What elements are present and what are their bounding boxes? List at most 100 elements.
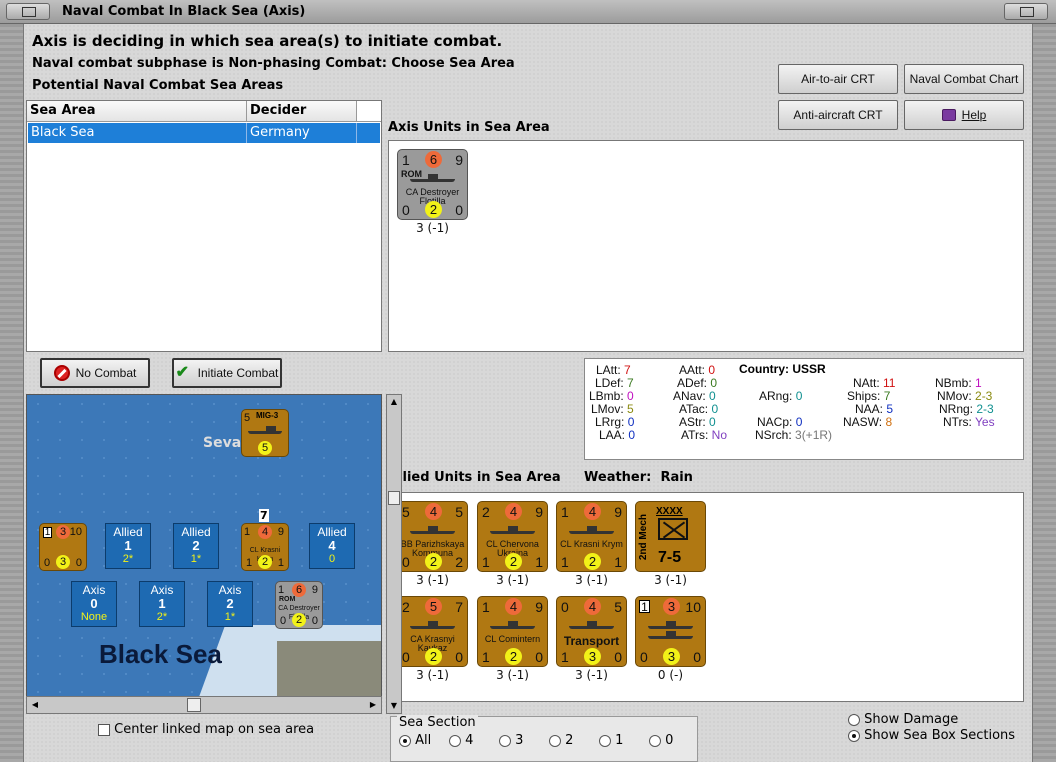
air-to-air-crt-button[interactable]: Air-to-air CRT — [778, 64, 898, 94]
counter-top-left: 0 — [561, 599, 569, 615]
show-sea-box-option[interactable]: Show Sea Box Sections — [848, 728, 1015, 743]
radio-0[interactable] — [649, 734, 661, 747]
counter-attack: 6 — [425, 151, 442, 168]
ship-icon — [490, 621, 535, 629]
axis-sea-box-0[interactable]: Axis 0 None — [71, 581, 117, 627]
window-icon — [22, 7, 36, 17]
allied-units-title: Allied Units in Sea Area — [388, 470, 561, 485]
radio-all[interactable] — [399, 734, 411, 747]
sea-area-list[interactable]: Sea Area Decider Black Sea Germany — [26, 100, 382, 352]
allied-sea-box-4[interactable]: Allied 4 0 — [309, 523, 355, 569]
counter-attack: 4 — [584, 503, 601, 520]
allied-unit-counter[interactable]: 1 3 10 030 — [635, 596, 706, 667]
stack-marker: 7 — [259, 509, 269, 522]
scroll-right-icon[interactable]: ▶ — [367, 699, 379, 711]
stat-laa: LAA: 0 — [599, 428, 636, 442]
allied-sea-box-1[interactable]: Allied 1 2* — [105, 523, 151, 569]
counter-top-right: 9 — [535, 504, 543, 520]
country-stats-panel: LAtt: 7 LDef: 7 LBmb: 0 LMov: 5 LRrg: 0 … — [584, 358, 1024, 460]
mechanized-icon — [658, 518, 688, 540]
sea-section-option-all[interactable]: All — [399, 733, 431, 748]
counter-bottom-left: 0 — [402, 649, 410, 665]
sea-section-option-1[interactable]: 1 — [599, 733, 623, 748]
sea-area-row[interactable]: Black Sea Germany — [28, 123, 380, 143]
counter-attack: 4 — [584, 598, 601, 615]
counter-top-right: 9 — [614, 504, 622, 520]
counter-defense: 2 — [258, 555, 272, 569]
counter-defense: 2 — [425, 648, 442, 665]
allied-unit-counter[interactable]: 149 CL Comintern 120 — [477, 596, 548, 667]
allied-sea-box-2[interactable]: Allied 2 1* — [173, 523, 219, 569]
axis-unit-counter[interactable]: 1 6 9 ROM CA Destroyer Flotilla 0 2 0 — [397, 149, 468, 220]
counter-bottom-left: 1 — [561, 554, 569, 570]
weather-indicator: Weather: Rain — [584, 470, 693, 485]
stat-nrng: NRng: 2-3 — [939, 402, 994, 416]
counter-top-left: 2 — [402, 599, 410, 615]
allied-unit-counter[interactable]: 257 CA Krasnyi Kavkaz 020 — [397, 596, 468, 667]
stat-astr: AStr: 0 — [679, 415, 716, 429]
radio-1[interactable] — [599, 734, 611, 747]
help-button[interactable]: Help — [904, 100, 1024, 130]
map-axis-sea-unit[interactable]: 1 6 9 ROM CA Destroyer Flotilla 0 2 0 — [275, 581, 323, 629]
counter-top-right: 10 — [685, 599, 701, 615]
stat-nacp: NACp: 0 — [757, 415, 803, 429]
counter-bottom-right: 1 — [614, 554, 622, 570]
allied-unit-counter[interactable]: 149 CL Krasni Krym 121 — [556, 501, 627, 572]
counter-bottom-left: 0 — [640, 649, 648, 665]
map-sea-unit[interactable]: 1 4 9 CL Krasni Krym 1 2 1 — [241, 523, 289, 571]
sea-section-option-0[interactable]: 0 — [649, 733, 673, 748]
sea-section-option-3[interactable]: 3 — [499, 733, 523, 748]
center-map-option[interactable]: Center linked map on sea area — [98, 722, 314, 737]
allied-unit-label: 3 (-1) — [496, 573, 529, 587]
counter-top-left: 1 — [244, 526, 251, 538]
radio-4[interactable] — [449, 734, 461, 747]
sea-area-list-header: Sea Area Decider — [27, 101, 381, 122]
stat-adef: ADef: 0 — [677, 376, 718, 390]
allied-army-counter[interactable]: XXXX 2nd Mech 7-5 — [635, 501, 706, 572]
map-sea-unit[interactable]: 1 3 10 0 3 0 — [39, 523, 87, 571]
naval-combat-chart-button[interactable]: Naval Combat Chart — [904, 64, 1024, 94]
sea-section-option-4[interactable]: 4 — [449, 733, 473, 748]
sea-name-label: Black Sea — [99, 639, 222, 669]
maximize-button[interactable] — [1004, 3, 1048, 20]
system-menu-button[interactable] — [6, 3, 50, 20]
counter-defense: 3 — [584, 648, 601, 665]
counter-bottom-left: 1 — [561, 649, 569, 665]
allied-unit-counter[interactable]: 045 Transport 130 — [556, 596, 627, 667]
sea-area-column-header[interactable]: Sea Area — [27, 101, 247, 121]
linked-map[interactable]: 5 MIG-3 5 Seva 7 1 3 10 0 3 0 Allied 1 2* … — [26, 394, 382, 714]
show-damage-radio[interactable] — [848, 713, 860, 726]
vertical-scroll-thumb[interactable] — [388, 491, 400, 505]
show-damage-option[interactable]: Show Damage — [848, 712, 958, 727]
initiate-combat-button[interactable]: ✔ Initiate Combat — [172, 358, 282, 388]
allied-unit-label: 3 (-1) — [496, 668, 529, 682]
horizontal-scroll-thumb[interactable] — [187, 698, 201, 712]
allied-unit-counter[interactable]: 545 BB Parizhskaya Kommuna 022 — [397, 501, 468, 572]
counter-bottom-left: 1 — [246, 557, 253, 569]
show-sea-box-radio[interactable] — [848, 729, 860, 742]
scroll-left-icon[interactable]: ◀ — [29, 699, 41, 711]
scroll-up-icon[interactable]: ▲ — [389, 397, 399, 407]
sea-section-label: Sea Section — [397, 715, 478, 730]
map-air-unit[interactable]: 5 MIG-3 5 — [241, 409, 289, 457]
map-vertical-scrollbar[interactable]: ▲ ▼ — [386, 394, 402, 714]
counter-top-right: 9 — [277, 526, 284, 538]
decider-column-header[interactable]: Decider — [247, 101, 357, 121]
counter-top-right: 10 — [69, 526, 82, 538]
stat-ships: Ships: 7 — [847, 389, 891, 403]
counter-attack: 4 — [258, 525, 272, 539]
counter-defense: 2 — [505, 553, 522, 570]
axis-sea-box-2[interactable]: Axis 2 1* — [207, 581, 253, 627]
map-horizontal-scrollbar[interactable]: ◀ ▶ — [26, 696, 382, 714]
axis-sea-box-1[interactable]: Axis 1 2* — [139, 581, 185, 627]
radio-2[interactable] — [549, 734, 561, 747]
allied-unit-counter[interactable]: 249 CL Chervona Ukraina 121 — [477, 501, 548, 572]
no-entry-icon — [53, 365, 70, 381]
no-combat-button[interactable]: No Combat — [40, 358, 150, 388]
scroll-down-icon[interactable]: ▼ — [389, 701, 399, 711]
center-map-checkbox[interactable] — [98, 723, 110, 736]
stat-lbmb: LBmb: 0 — [589, 389, 634, 403]
radio-3[interactable] — [499, 734, 511, 747]
anti-aircraft-crt-button[interactable]: Anti-aircraft CRT — [778, 100, 898, 130]
sea-section-option-2[interactable]: 2 — [549, 733, 573, 748]
